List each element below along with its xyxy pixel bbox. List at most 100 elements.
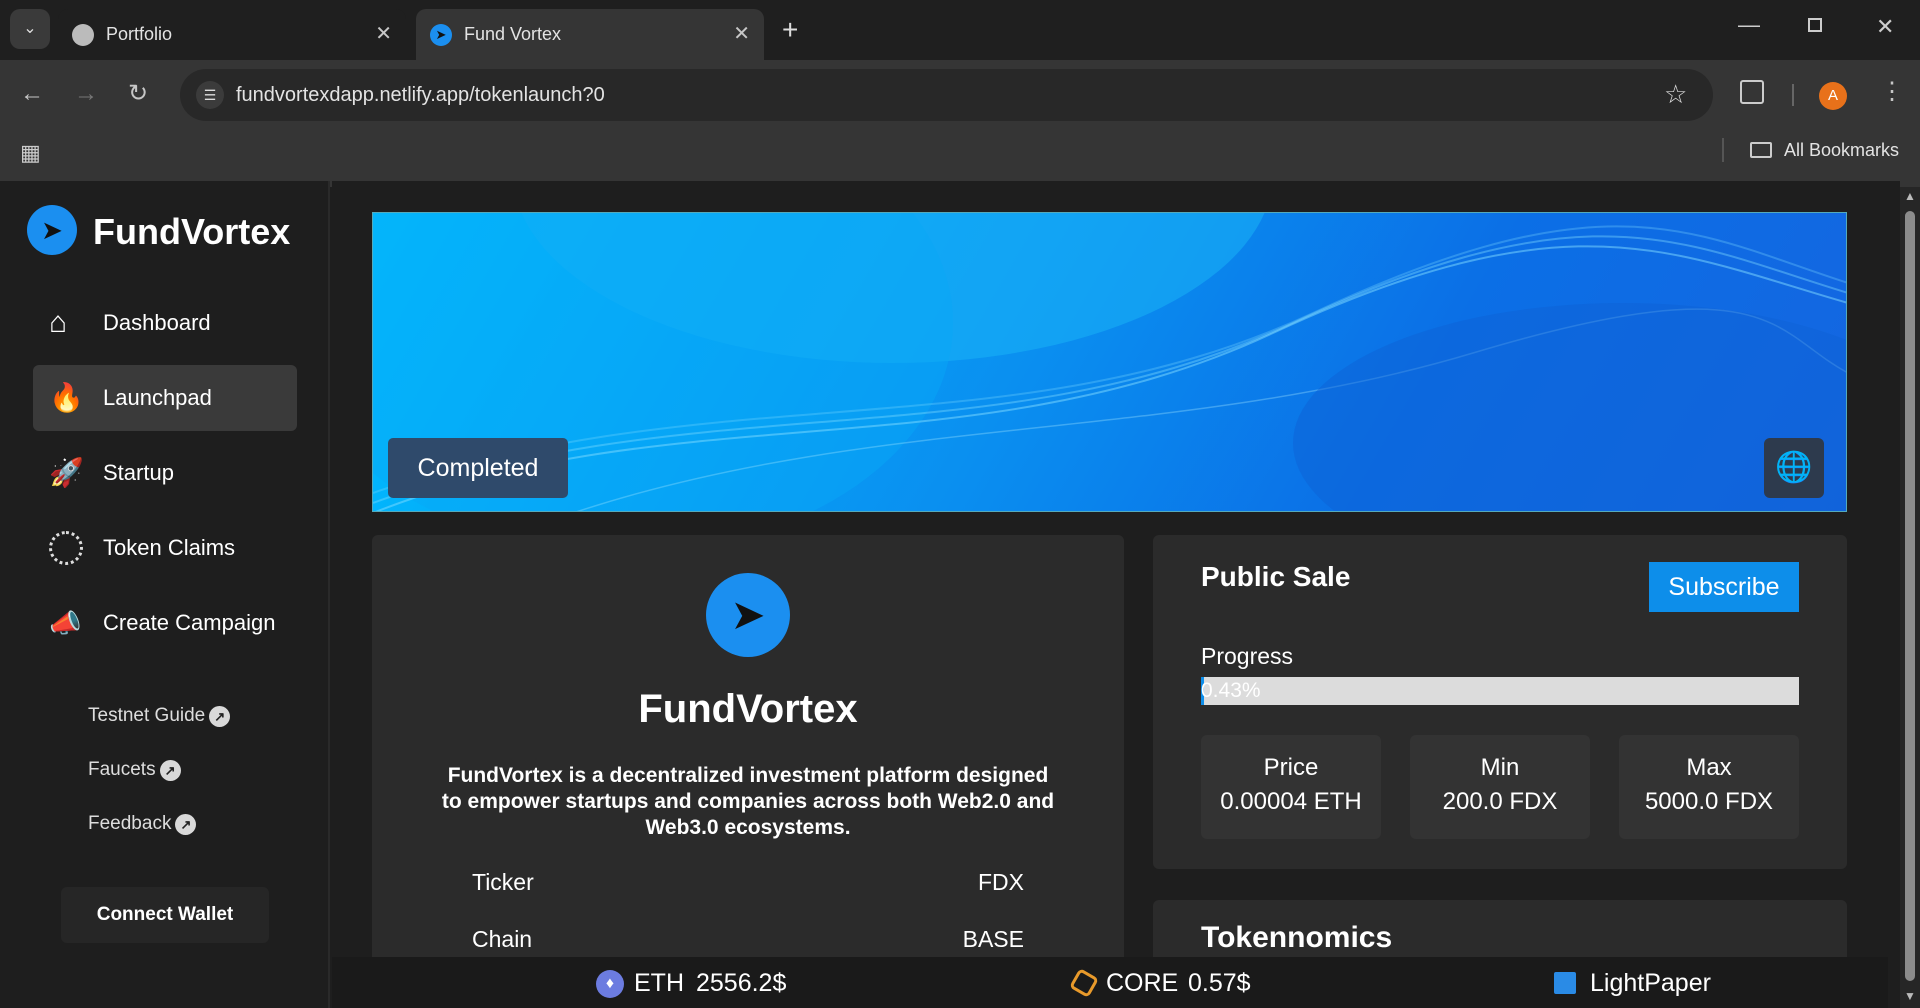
sale-title: Public Sale — [1201, 561, 1351, 592]
testnet-guide-link[interactable]: Testnet Guide ↗ — [88, 705, 231, 727]
tab-title: Portfolio — [106, 24, 173, 44]
rocket-icon: 🚀 — [49, 457, 84, 488]
profile-initial: A — [1827, 87, 1838, 104]
globe-icon: 🌐 — [1775, 451, 1813, 484]
extensions-icon[interactable] — [1740, 80, 1764, 104]
brand-name: FundVortex — [93, 211, 291, 252]
external-link-icon: ↗ — [159, 759, 181, 781]
project-banner: Completed 🌐 — [372, 212, 1847, 512]
close-icon[interactable]: ✕ — [733, 21, 750, 46]
price-stat: Price 0.00004 ETH — [1201, 735, 1381, 839]
detail-row-chain: Chain BASE — [472, 926, 1024, 953]
apps-icon[interactable]: ▦ — [20, 140, 41, 166]
external-link-icon: ↗ — [209, 705, 231, 727]
tab-fund-vortex[interactable]: ➤ Fund Vortex ✕ — [416, 9, 764, 60]
sidebar-item-label: Startup — [103, 460, 174, 485]
tab-title: Fund Vortex — [464, 24, 562, 44]
star-icon[interactable]: ☆ — [1664, 79, 1687, 110]
public-sale-card: Public Sale Subscribe Progress 0.43% Pri… — [1153, 535, 1847, 869]
tab-bar: ⌄ Portfolio ✕ ➤ Fund Vortex ✕ + — ✕ — [0, 0, 1920, 60]
detail-value: FDX — [978, 869, 1024, 895]
tokenomics-title: Tokennomics — [1201, 921, 1393, 954]
eth-icon: ♦ — [596, 970, 624, 998]
lightpaper-link[interactable]: LightPaper — [1590, 969, 1711, 998]
stat-value: 5000.0 FDX — [1644, 788, 1774, 815]
url-text: fundvortexdapp.netlify.app/tokenlaunch?0 — [236, 84, 605, 106]
forward-icon[interactable]: → — [74, 82, 98, 106]
tab-portfolio[interactable]: Portfolio ✕ — [58, 9, 406, 60]
detail-value: BASE — [962, 926, 1024, 952]
minimize-button[interactable]: — — [1738, 12, 1760, 38]
all-bookmarks-link[interactable]: All Bookmarks — [1784, 140, 1899, 161]
progress-bar: 0.43% — [1201, 677, 1799, 705]
back-icon[interactable]: ← — [20, 82, 44, 106]
sidebar-item-label: Token Claims — [103, 535, 236, 560]
core-icon — [1068, 967, 1100, 999]
rocket-icon: ➤ — [41, 215, 63, 245]
coins-icon — [49, 531, 83, 565]
core-price: 0.57$ — [1188, 969, 1251, 997]
project-card: ➤ FundVortex FundVortex is a decentraliz… — [372, 535, 1124, 965]
max-stat: Max 5000.0 FDX — [1619, 735, 1799, 839]
eth-price: 2556.2$ — [696, 969, 787, 997]
browser-toolbar: ← → ↻ ☰ fundvortexdapp.netlify.app/token… — [0, 60, 1920, 187]
reload-icon[interactable]: ↻ — [128, 82, 148, 106]
close-window-button[interactable]: ✕ — [1876, 14, 1894, 40]
close-icon[interactable]: ✕ — [375, 21, 392, 46]
site-info-icon[interactable]: ☰ — [196, 81, 224, 109]
faucets-link[interactable]: Faucets ↗ — [88, 759, 181, 781]
link-label: Testnet Guide — [88, 705, 206, 726]
link-label: Feedback — [88, 813, 172, 834]
sidebar-item-startup[interactable]: 🚀 Startup — [33, 440, 297, 506]
sidebar-item-label: Dashboard — [103, 310, 211, 335]
home-icon: ⌂ — [49, 306, 68, 339]
profile-avatar[interactable]: A — [1819, 82, 1847, 110]
stat-label: Price — [1263, 754, 1319, 781]
page-scrollbar[interactable]: ▲ ▼ — [1900, 187, 1920, 1008]
restore-button[interactable] — [1808, 18, 1822, 32]
megaphone-icon: 📣 — [49, 608, 82, 638]
sidebar-item-launchpad[interactable]: 🔥 Launchpad — [33, 365, 297, 431]
rocket-icon: ➤ — [730, 591, 766, 638]
link-label: Faucets — [88, 759, 156, 780]
brand-logo[interactable]: ➤ — [27, 205, 77, 255]
menu-icon[interactable]: ⋮ — [1880, 80, 1904, 104]
detail-row-ticker: Ticker FDX — [472, 869, 1024, 896]
connect-wallet-button[interactable]: Connect Wallet — [61, 887, 269, 943]
sidebar-item-create-campaign[interactable]: 📣 Create Campaign — [33, 590, 297, 656]
detail-key: Ticker — [472, 869, 534, 895]
new-tab-button[interactable]: + — [782, 14, 798, 46]
project-description: FundVortex is a decentralized investment… — [441, 764, 1055, 839]
progress-label: Progress — [1201, 643, 1294, 669]
chevron-down-icon: ⌄ — [23, 20, 37, 37]
address-bar[interactable]: ☰ fundvortexdapp.netlify.app/tokenlaunch… — [180, 69, 1713, 121]
scroll-down-icon[interactable]: ▼ — [1904, 989, 1916, 1003]
status-text: Completed — [417, 454, 539, 482]
sidebar-item-label: Create Campaign — [103, 610, 276, 635]
min-stat: Min 200.0 FDX — [1410, 735, 1590, 839]
subscribe-button[interactable]: Subscribe — [1649, 562, 1799, 612]
stat-value: 200.0 FDX — [1442, 788, 1558, 815]
sidebar-item-token-claims[interactable]: Token Claims — [33, 515, 297, 581]
progress-text: 0.43% — [1201, 679, 1261, 702]
scroll-thumb[interactable] — [1905, 211, 1915, 981]
sidebar: ➤ FundVortex ⌂ Dashboard 🔥 Launchpad 🚀 S… — [0, 181, 330, 1008]
subscribe-label: Subscribe — [1668, 573, 1780, 601]
stat-value: 0.00004 ETH — [1220, 788, 1362, 815]
stat-label: Min — [1480, 754, 1520, 781]
flame-icon: 🔥 — [49, 382, 84, 413]
sidebar-item-dashboard[interactable]: ⌂ Dashboard — [33, 290, 297, 356]
banner-waves — [373, 213, 1846, 511]
website-button[interactable]: 🌐 — [1764, 438, 1824, 498]
folder-icon — [1750, 142, 1772, 158]
globe-icon — [72, 23, 94, 46]
eth-label: ETH — [634, 969, 684, 997]
bookmarks-divider — [1722, 138, 1724, 162]
tab-search-button[interactable]: ⌄ — [10, 9, 50, 49]
feedback-link[interactable]: Feedback ↗ — [88, 813, 197, 835]
scroll-up-icon[interactable]: ▲ — [1904, 189, 1916, 203]
detail-key: Chain — [472, 926, 533, 952]
connect-wallet-label: Connect Wallet — [96, 904, 234, 925]
lightpaper-icon — [1554, 972, 1576, 994]
sidebar-item-label: Launchpad — [103, 385, 212, 410]
